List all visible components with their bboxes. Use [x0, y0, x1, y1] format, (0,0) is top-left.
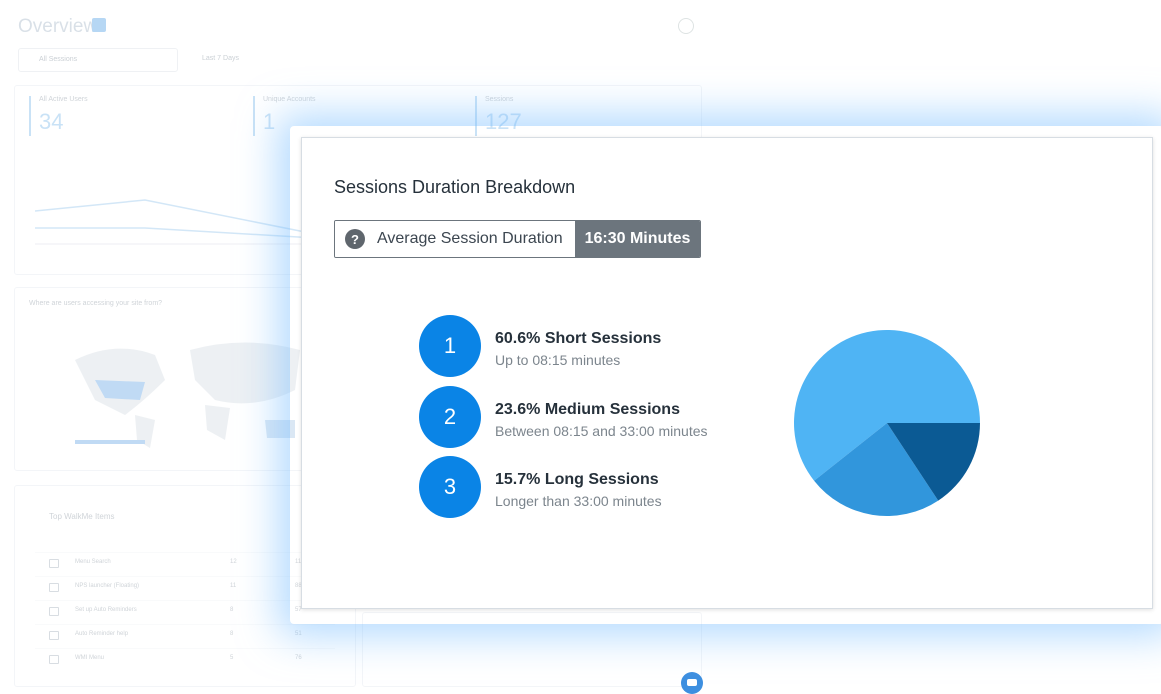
modal-title: Sessions Duration Breakdown	[334, 177, 576, 197]
bg-row-icon	[49, 559, 59, 568]
bg-stat-value: 34	[39, 109, 64, 134]
bg-row-value: 12	[230, 559, 237, 565]
bg-map-heading: Where are users accessing your site from…	[29, 300, 163, 307]
table-row[interactable]: Auto Reminder help 8 51	[35, 624, 335, 645]
bg-row-name: WMI Menu	[75, 655, 105, 661]
bg-row-value: 8	[230, 631, 234, 637]
help-icon[interactable]: ?	[345, 229, 365, 249]
bg-row-name: Set up Auto Reminders	[75, 607, 137, 613]
sessions-duration-modal: Sessions Duration Breakdown ? Average Se…	[301, 137, 1153, 609]
legend-number-badge: 3	[419, 456, 481, 518]
bg-row-icon	[49, 655, 59, 664]
bg-row-icon	[49, 607, 59, 616]
bg-table-heading: Top WalkMe Items	[49, 512, 115, 521]
legend-text: 23.6% Medium Sessions Between 08:15 and …	[495, 401, 708, 439]
bg-date-label: Last 7 Days	[202, 55, 239, 62]
bg-gear-icon[interactable]	[678, 18, 694, 34]
bg-stat-label: All Active Users	[39, 96, 88, 103]
bg-row-value: 8	[230, 607, 234, 613]
chat-icon[interactable]	[681, 672, 703, 694]
legend-number-badge: 2	[419, 386, 481, 448]
legend-heading: 23.6% Medium Sessions	[495, 401, 680, 418]
legend-item-long: 3 15.7% Long Sessions Longer than 33:00 …	[419, 456, 749, 518]
bg-stat-label: Unique Accounts	[263, 96, 316, 103]
bg-row-value: 5	[230, 655, 234, 661]
bg-stat-label: Sessions	[485, 96, 514, 103]
bg-row-name: Menu Search	[75, 559, 111, 565]
bg-segment-label: All Sessions	[39, 56, 78, 63]
bg-play-icon	[92, 18, 106, 32]
legend-description: Up to 08:15 minutes	[495, 352, 621, 368]
legend-item-medium: 2 23.6% Medium Sessions Between 08:15 an…	[419, 386, 749, 448]
bg-row-value: 51	[295, 631, 302, 637]
average-session-duration: ? Average Session Duration 16:30 Minutes	[334, 220, 702, 258]
bg-date-filter[interactable]: Last 7 Days	[182, 48, 262, 70]
legend-text: 60.6% Short Sessions Up to 08:15 minutes	[495, 330, 661, 368]
bg-row-value: 11	[230, 583, 237, 589]
sessions-pie-chart	[794, 330, 980, 516]
bg-header: Overview	[14, 8, 704, 48]
legend-description: Between 08:15 and 33:00 minutes	[495, 423, 708, 439]
table-row[interactable]: WMI Menu 5 76	[35, 648, 335, 669]
bg-row-icon	[49, 583, 59, 592]
avg-label: Average Session Duration	[377, 230, 563, 247]
avg-value: 16:30 Minutes	[574, 221, 701, 257]
legend-item-short: 1 60.6% Short Sessions Up to 08:15 minut…	[419, 315, 749, 377]
legend-heading: 60.6% Short Sessions	[495, 330, 662, 347]
legend-description: Longer than 33:00 minutes	[495, 493, 662, 509]
bg-world-map	[75, 342, 300, 448]
legend-text: 15.7% Long Sessions Longer than 33:00 mi…	[495, 471, 662, 509]
legend-heading: 15.7% Long Sessions	[495, 471, 659, 488]
avg-label-cell: ? Average Session Duration	[335, 221, 575, 257]
bg-row-name: Auto Reminder help	[75, 631, 129, 637]
bg-row-value: 76	[295, 655, 302, 661]
legend-number-badge: 1	[419, 315, 481, 377]
bg-row-icon	[49, 631, 59, 640]
bg-stat-active-users: All Active Users 34	[29, 96, 88, 136]
bg-page-title: Overview	[18, 16, 98, 37]
bg-segment-filter[interactable]: All Sessions	[18, 48, 178, 72]
bg-row-name: NPS launcher (Floating)	[75, 583, 140, 589]
